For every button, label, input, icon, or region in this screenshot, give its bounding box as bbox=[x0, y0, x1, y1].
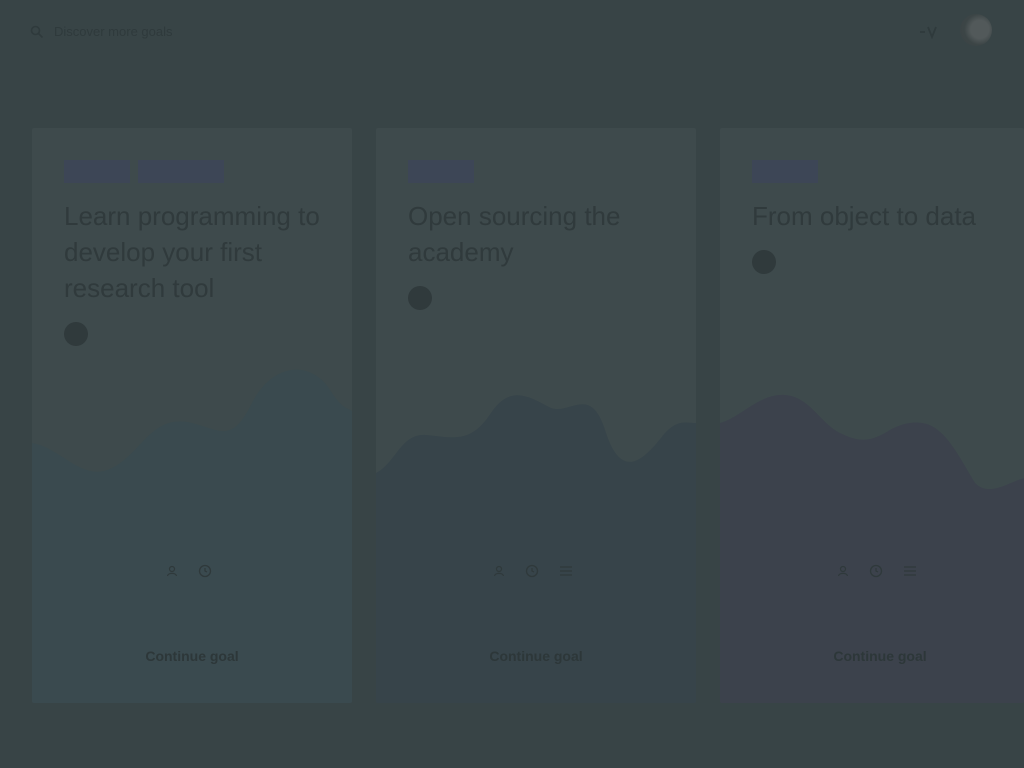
person-icon bbox=[166, 565, 178, 577]
stat bbox=[837, 565, 855, 577]
stat bbox=[493, 565, 511, 577]
continue-goal-button[interactable]: Continue goal bbox=[720, 648, 1024, 664]
goal-title[interactable]: From object to data bbox=[752, 198, 1012, 234]
goal-card[interactable]: Learn programming to develop your first … bbox=[32, 128, 352, 703]
author-avatar bbox=[752, 250, 776, 274]
stat bbox=[525, 564, 545, 578]
goal-title[interactable]: Open sourcing the academy bbox=[408, 198, 668, 270]
clock-icon bbox=[869, 564, 883, 578]
stat bbox=[903, 565, 923, 577]
search-bar[interactable]: Discover more goals bbox=[30, 24, 173, 39]
continue-goal-button[interactable]: Continue goal bbox=[376, 648, 696, 664]
top-bar: Discover more goals bbox=[0, 0, 1024, 64]
tag[interactable] bbox=[138, 160, 224, 183]
goal-title[interactable]: Learn programming to develop your first … bbox=[64, 198, 324, 306]
goal-stats bbox=[376, 564, 696, 578]
stat bbox=[198, 564, 218, 578]
brand-logo-icon[interactable] bbox=[918, 24, 938, 40]
tag[interactable] bbox=[64, 160, 130, 183]
stat bbox=[869, 564, 889, 578]
tag[interactable] bbox=[752, 160, 818, 183]
goal-stats bbox=[720, 564, 1024, 578]
tag[interactable] bbox=[408, 160, 474, 183]
goal-card[interactable]: Open sourcing the academy Continue goal bbox=[376, 128, 696, 703]
author-avatar bbox=[64, 322, 88, 346]
tag-list bbox=[752, 160, 818, 183]
author[interactable] bbox=[64, 322, 98, 346]
clock-icon bbox=[198, 564, 212, 578]
stat bbox=[166, 565, 184, 577]
list-icon bbox=[904, 566, 916, 576]
tag-list bbox=[64, 160, 224, 183]
author[interactable] bbox=[752, 250, 786, 274]
user-avatar[interactable] bbox=[960, 14, 992, 46]
goal-card[interactable]: From object to data Continue goal bbox=[720, 128, 1024, 703]
author[interactable] bbox=[408, 286, 442, 310]
tag-list bbox=[408, 160, 474, 183]
continue-goal-button[interactable]: Continue goal bbox=[32, 648, 352, 664]
stat bbox=[559, 565, 579, 577]
search-placeholder[interactable]: Discover more goals bbox=[54, 24, 173, 39]
author-avatar bbox=[408, 286, 432, 310]
clock-icon bbox=[525, 564, 539, 578]
goal-stats bbox=[32, 564, 352, 578]
list-icon bbox=[560, 566, 572, 576]
person-icon bbox=[837, 565, 849, 577]
person-icon bbox=[493, 565, 505, 577]
search-icon bbox=[30, 25, 44, 38]
